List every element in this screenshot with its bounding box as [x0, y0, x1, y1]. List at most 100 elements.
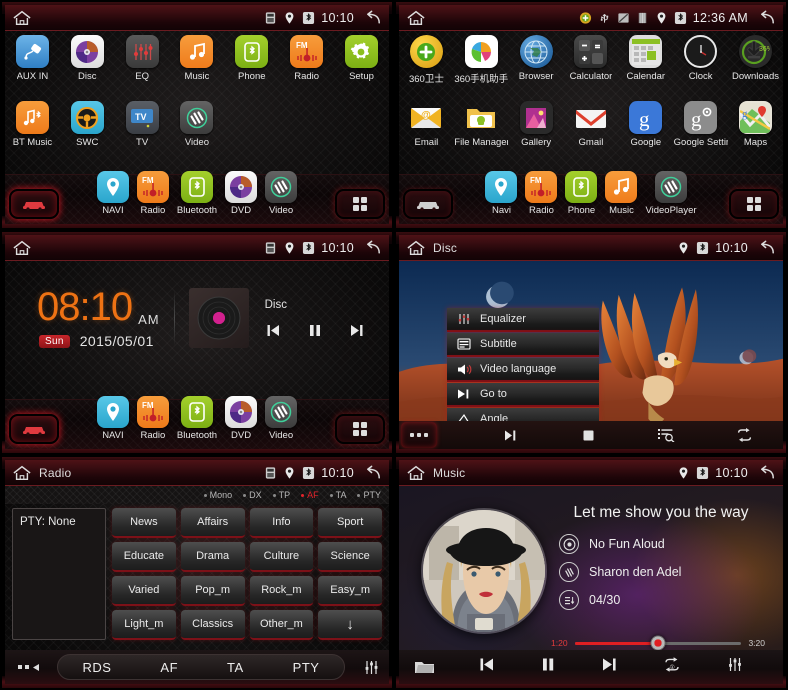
back-icon[interactable]	[758, 10, 777, 26]
app-radio[interactable]: FM Radio	[279, 35, 334, 82]
next-track-icon[interactable]	[600, 657, 618, 677]
app-bt-music[interactable]: BT Music	[5, 101, 60, 148]
pty-button[interactable]: Affairs	[180, 508, 245, 538]
pty-button[interactable]: Drama	[180, 542, 245, 572]
app-swc[interactable]: SWC	[60, 101, 115, 148]
next-track-icon[interactable]	[348, 323, 365, 338]
app-gallery[interactable]: Gallery	[509, 101, 564, 148]
pty-button[interactable]: News	[112, 508, 176, 538]
app-disc[interactable]: Disc	[60, 35, 115, 82]
menu-item-equalizer[interactable]: Equalizer	[447, 308, 599, 332]
app-downloads[interactable]: 36% Downloads	[728, 35, 783, 85]
tab-ta[interactable]: TA	[227, 660, 244, 675]
app-drawer-button[interactable]	[335, 189, 385, 219]
pty-button[interactable]: Light_m	[112, 610, 176, 640]
pause-icon[interactable]	[541, 657, 555, 677]
home-icon[interactable]	[11, 239, 33, 257]
playlist-search-icon[interactable]	[627, 428, 705, 442]
folder-icon[interactable]	[399, 659, 449, 675]
app-email[interactable]: @ Email	[399, 101, 454, 148]
dock-item-radio[interactable]: FM Radio	[525, 171, 558, 216]
app-google[interactable]: g Google	[618, 101, 673, 148]
pty-button[interactable]: Rock_m	[249, 576, 314, 606]
clock-widget[interactable]: 08:10 AM Sun 2015/05/01 Disc	[5, 287, 389, 349]
pty-button[interactable]: Sport	[318, 508, 382, 538]
back-icon[interactable]	[364, 10, 383, 26]
home-icon[interactable]	[405, 464, 427, 482]
progress-track[interactable]	[574, 635, 742, 651]
tab-pty[interactable]: PTY	[293, 660, 320, 675]
back-icon[interactable]	[758, 240, 777, 256]
progress-knob[interactable]	[650, 635, 666, 651]
app-drawer-button[interactable]	[729, 189, 779, 219]
pty-button[interactable]: Science	[318, 542, 382, 572]
pty-button[interactable]: Educate	[112, 542, 176, 572]
home-icon[interactable]	[405, 9, 427, 27]
equalizer-icon[interactable]	[726, 656, 744, 678]
car-mode-button[interactable]	[9, 189, 59, 219]
dock-item-phone[interactable]: Phone	[565, 171, 598, 216]
album-art[interactable]	[421, 508, 547, 634]
pty-button[interactable]: Easy_m	[318, 576, 382, 606]
menu-item-video-language[interactable]: Video language	[447, 358, 599, 382]
app-setup[interactable]: Setup	[334, 35, 389, 82]
dock-item-radio[interactable]: FM Radio	[136, 171, 169, 216]
back-icon[interactable]	[364, 240, 383, 256]
app-phone[interactable]: Phone	[224, 35, 279, 82]
car-mode-button[interactable]	[9, 414, 59, 444]
pty-button[interactable]: Other_m	[249, 610, 314, 640]
app-tv[interactable]: TV TV	[115, 101, 170, 148]
next-track-icon[interactable]	[471, 429, 549, 442]
tab-rds[interactable]: RDS	[82, 660, 111, 675]
app-calendar[interactable]: Calendar	[618, 35, 673, 85]
dock-item-bluetooth[interactable]: Bluetooth	[177, 171, 217, 216]
prev-track-icon[interactable]	[478, 657, 496, 677]
app-calculator[interactable]: Calculator	[564, 35, 619, 85]
back-dots-icon[interactable]	[9, 663, 49, 672]
pause-icon[interactable]	[308, 323, 322, 338]
app-video[interactable]: Video	[170, 101, 225, 148]
app-file-manager[interactable]: File Manager	[454, 101, 509, 148]
tab-af[interactable]: AF	[160, 660, 178, 675]
app-gmail[interactable]: Gmail	[564, 101, 619, 148]
dock-item-navi[interactable]: Navi	[485, 171, 518, 216]
pty-button[interactable]: Varied	[112, 576, 176, 606]
menu-item-go-to[interactable]: Go to	[447, 383, 599, 407]
pty-button[interactable]: Culture	[249, 542, 314, 572]
dock-item-dvd[interactable]: DVD	[225, 171, 258, 216]
home-icon[interactable]	[11, 464, 33, 482]
dock-item-bluetooth[interactable]: Bluetooth	[177, 396, 217, 441]
app-eq[interactable]: EQ	[115, 35, 170, 82]
pty-button-page-down[interactable]: ↓	[318, 610, 382, 640]
dock-item-videoplayer[interactable]: VideoPlayer	[645, 171, 697, 216]
dock-item-navi[interactable]: NAVI	[96, 396, 129, 441]
app-aux-in[interactable]: AUX IN	[5, 35, 60, 82]
app-google-settings[interactable]: g Google Settings	[673, 101, 728, 148]
menu-item-subtitle[interactable]: Subtitle	[447, 333, 599, 357]
back-icon[interactable]	[364, 465, 383, 481]
home-icon[interactable]	[405, 239, 427, 257]
app-maps[interactable]: g Maps	[728, 101, 783, 148]
app-drawer-button[interactable]	[335, 414, 385, 444]
more-dots-icon[interactable]	[401, 422, 437, 448]
app-360-assistant[interactable]: 360手机助手	[454, 35, 509, 85]
repeat-icon[interactable]: ①	[663, 656, 681, 678]
stop-icon[interactable]	[549, 429, 627, 442]
repeat-icon[interactable]	[705, 428, 783, 442]
dock-item-radio[interactable]: FM Radio	[136, 396, 169, 441]
dock-item-video[interactable]: Video	[265, 171, 298, 216]
dock-item-video[interactable]: Video	[265, 396, 298, 441]
pty-button[interactable]: Classics	[180, 610, 245, 640]
car-mode-button[interactable]	[403, 189, 453, 219]
home-icon[interactable]	[11, 9, 33, 27]
app-clock[interactable]: Clock	[673, 35, 728, 85]
progress-bar[interactable]: 1:20 3:20	[551, 635, 765, 651]
app-browser[interactable]: Browser	[509, 35, 564, 85]
app-360-guard[interactable]: 360卫士	[399, 35, 454, 85]
equalizer-icon[interactable]	[353, 659, 389, 676]
back-icon[interactable]	[758, 465, 777, 481]
app-music[interactable]: Music	[170, 35, 225, 82]
dock-item-music[interactable]: Music	[605, 171, 638, 216]
pty-button[interactable]: Pop_m	[180, 576, 245, 606]
dock-item-navi[interactable]: NAVI	[96, 171, 129, 216]
